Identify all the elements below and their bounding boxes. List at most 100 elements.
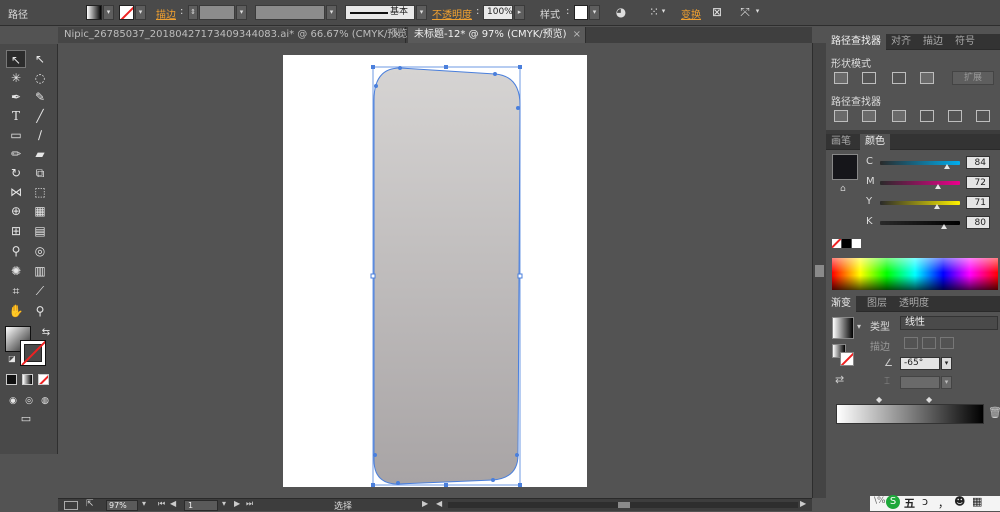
none-swatch[interactable]: [832, 239, 841, 248]
tab-transparency[interactable]: 透明度: [894, 296, 934, 312]
curvature-tool-icon[interactable]: ✎: [30, 88, 50, 106]
gradient-stroke-box[interactable]: [840, 352, 854, 366]
align-dropdown[interactable]: ▾: [658, 5, 669, 20]
rounded-rectangle-shape[interactable]: [373, 67, 521, 485]
gradient-angle-field[interactable]: -65°: [900, 357, 940, 370]
graphic-style-dropdown[interactable]: ▾: [589, 5, 600, 20]
black-swatch[interactable]: [842, 239, 851, 248]
midpoint-diamond-icon[interactable]: ◆: [926, 395, 932, 404]
ime-logo-icon[interactable]: S: [886, 495, 900, 509]
hand-tool-icon[interactable]: ✋: [6, 302, 26, 320]
stroke-weight-field[interactable]: [199, 5, 235, 20]
column-graph-tool-icon[interactable]: ▥: [30, 262, 50, 280]
pencil-tool-icon[interactable]: ✏: [6, 145, 26, 163]
scroll-left-arrow[interactable]: ◀: [436, 499, 442, 508]
ime-punct-icon[interactable]: ɔ: [922, 495, 928, 508]
zoom-field[interactable]: 97%: [106, 500, 138, 511]
channel-slider-thumb[interactable]: [933, 204, 940, 209]
tab-stroke[interactable]: 描边: [918, 34, 948, 50]
zoom-tool-icon[interactable]: ⚲: [30, 302, 50, 320]
artwork-layer[interactable]: [360, 60, 530, 490]
color-fill-swatch[interactable]: [832, 154, 858, 180]
tab-pathfinder[interactable]: 路径查找器: [826, 34, 886, 50]
tab-untitled-12[interactable]: 未标题-12* @ 97% (CMYK/预览) ×: [408, 27, 586, 43]
ime-keyboard-icon[interactable]: ▦: [972, 495, 982, 508]
pen-tool-icon[interactable]: ✒: [6, 88, 26, 106]
graphic-style-swatch[interactable]: [574, 5, 588, 20]
horizontal-scroll-thumb[interactable]: [618, 502, 630, 508]
vertical-scrollbar[interactable]: [812, 43, 826, 498]
shape-builder-tool-icon[interactable]: ⊕: [6, 202, 26, 220]
color-spectrum[interactable]: [832, 258, 998, 290]
divide-icon[interactable]: [834, 110, 848, 122]
channel-slider-y[interactable]: [880, 201, 960, 205]
horizontal-scrollbar[interactable]: [448, 502, 798, 508]
exclude-icon[interactable]: [920, 72, 934, 84]
tab-nipic-document[interactable]: Nipic_26785037_20180427173409344083.ai* …: [58, 27, 411, 43]
artboard-nav-icon[interactable]: [64, 501, 78, 510]
scroll-right-arrow[interactable]: ▶: [800, 499, 806, 508]
paintbrush-tool-icon[interactable]: ∕: [30, 126, 50, 144]
outline-icon[interactable]: [948, 110, 962, 122]
arrange-dropdown[interactable]: ▾: [752, 5, 763, 20]
unite-icon[interactable]: [834, 72, 848, 84]
width-tool-icon[interactable]: ⋈: [6, 183, 26, 201]
minus-front-icon[interactable]: [862, 72, 876, 84]
first-artboard-icon[interactable]: ⏮: [158, 499, 165, 509]
line-tool-icon[interactable]: ╱: [30, 107, 50, 125]
symbol-sprayer-tool-icon[interactable]: ✺: [6, 262, 26, 280]
brush-dropdown[interactable]: ▾: [416, 5, 427, 20]
out-of-gamut-icon[interactable]: ⌂: [840, 184, 846, 194]
zoom-dropdown[interactable]: ▾: [142, 499, 146, 508]
opacity-field[interactable]: 100%: [483, 5, 513, 20]
stroke-weight-stepper[interactable]: ⇕: [188, 5, 198, 20]
channel-slider-thumb[interactable]: [944, 164, 951, 169]
channel-value-y[interactable]: 71: [966, 196, 990, 209]
last-artboard-icon[interactable]: ⏭: [246, 499, 253, 509]
white-swatch[interactable]: [852, 239, 861, 248]
channel-slider-thumb[interactable]: [934, 184, 941, 189]
fill-dropdown[interactable]: ▾: [103, 5, 114, 20]
gradient-type-select[interactable]: 线性: [900, 316, 998, 330]
stroke-dropdown[interactable]: ▾: [135, 5, 146, 20]
gradient-tool-icon[interactable]: ▤: [30, 222, 50, 240]
stroke-along-icon[interactable]: [922, 337, 936, 349]
close-icon[interactable]: ×: [393, 27, 401, 43]
angle-dropdown[interactable]: ▾: [941, 357, 952, 370]
ime-mode-icon[interactable]: 五: [904, 495, 915, 511]
type-tool-icon[interactable]: T: [6, 107, 26, 125]
draw-inside-icon[interactable]: ◍: [35, 392, 55, 410]
perspective-grid-tool-icon[interactable]: ▦: [30, 202, 50, 220]
merge-icon[interactable]: [892, 110, 906, 122]
channel-slider-k[interactable]: [880, 221, 960, 225]
crop-icon[interactable]: [920, 110, 934, 122]
channel-slider-m[interactable]: [880, 181, 960, 185]
artboard-tool-icon[interactable]: ⌗: [6, 282, 26, 300]
magic-wand-tool-icon[interactable]: ✳: [6, 69, 26, 87]
tab-brushes[interactable]: 画笔: [826, 134, 856, 150]
share-icon[interactable]: ⇱: [86, 499, 94, 509]
swap-fill-stroke-icon[interactable]: ⇆: [36, 324, 56, 342]
lasso-tool-icon[interactable]: ◌: [30, 69, 50, 87]
tab-gradient[interactable]: 渐变: [826, 296, 856, 312]
stroke-within-icon[interactable]: [904, 337, 918, 349]
transform-label[interactable]: 变换: [681, 6, 701, 21]
ime-comma-icon[interactable]: ，: [938, 495, 949, 511]
expand-button[interactable]: 扩展: [952, 71, 994, 85]
gradient-mode-icon[interactable]: [22, 374, 33, 385]
opacity-label[interactable]: 不透明度: [432, 6, 472, 21]
artboard-dropdown[interactable]: ▾: [222, 499, 226, 508]
gradient-slider[interactable]: [836, 404, 984, 424]
delete-stop-icon[interactable]: 🗑: [988, 406, 1000, 419]
variable-width-profile[interactable]: [255, 5, 325, 20]
intersect-icon[interactable]: [892, 72, 906, 84]
eraser-tool-icon[interactable]: ▰: [30, 145, 50, 163]
isolate-icon[interactable]: ⊠: [708, 4, 726, 21]
stroke-swatch[interactable]: [119, 5, 134, 20]
channel-value-c[interactable]: 84: [966, 156, 990, 169]
tab-color[interactable]: 颜色: [860, 134, 890, 150]
next-artboard-icon[interactable]: ▶: [234, 499, 240, 508]
gradient-preset-dropdown[interactable]: ▾: [857, 322, 861, 331]
scale-tool-icon[interactable]: ⧉: [30, 164, 50, 182]
default-colors-icon[interactable]: ◪: [2, 350, 22, 368]
